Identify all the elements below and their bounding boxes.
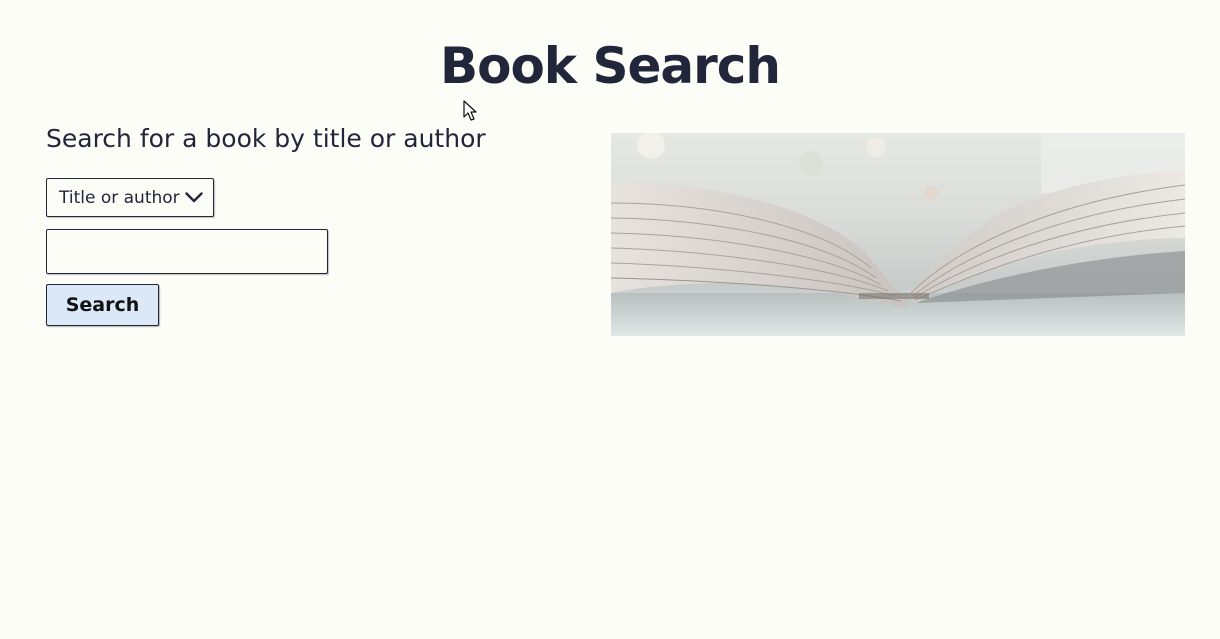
search-input[interactable] xyxy=(46,229,328,274)
search-type-select[interactable]: Title or author xyxy=(46,178,214,217)
mouse-pointer-icon xyxy=(463,100,479,122)
page-title: Book Search xyxy=(439,37,781,95)
search-type-selected-value: Title or author xyxy=(59,187,180,208)
book-search-page: Book Search Search for a book by title o… xyxy=(0,0,1220,639)
search-button[interactable]: Search xyxy=(46,284,159,326)
chevron-down-icon xyxy=(181,188,207,208)
search-instructions: Search for a book by title or author xyxy=(46,124,486,153)
open-book-image xyxy=(611,133,1185,336)
